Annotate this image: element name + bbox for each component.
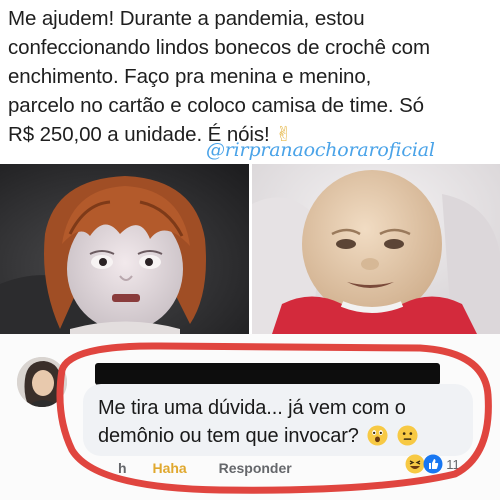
- like-reaction-icon: [423, 454, 443, 474]
- redhead-doll-image: [0, 164, 249, 334]
- bald-doll-image: [252, 164, 500, 334]
- astonished-face-icon: [367, 425, 388, 446]
- comment-text: Me tira uma dúvida... já vem com o demôn…: [98, 394, 478, 450]
- post-line: enchimento. Faço pra menina e menino,: [8, 65, 372, 88]
- comment-line: Me tira uma dúvida... já vem com o: [98, 397, 406, 419]
- avatar[interactable]: [17, 357, 67, 407]
- watermark: @rirpranaochoraroficial: [206, 139, 435, 161]
- redacted-commenter-name: [95, 363, 440, 385]
- haha-reaction-action[interactable]: Haha: [152, 460, 186, 476]
- comment-actions: h Haha Responder: [118, 460, 292, 476]
- comment-line: demônio ou tem que invocar?: [98, 425, 359, 447]
- reaction-summary[interactable]: 11: [405, 454, 460, 476]
- doll-photo-right: [252, 164, 500, 334]
- meme-image: Me ajudem! Durante a pandemia, estou con…: [0, 0, 500, 500]
- comment-line-last: demônio ou tem que invocar?: [98, 422, 478, 450]
- post-line: confeccionando lindos bonecos de crochê …: [8, 36, 430, 59]
- like-action[interactable]: h: [118, 460, 127, 476]
- reaction-count: 11: [446, 457, 460, 472]
- post-line: Me ajudem! Durante a pandemia, estou: [8, 7, 365, 30]
- neutral-face-icon: [397, 425, 418, 446]
- post-text: Me ajudem! Durante a pandemia, estou con…: [8, 4, 496, 149]
- doll-photo-left: [0, 164, 249, 334]
- user-photo-icon: [17, 357, 67, 407]
- post-line: parcelo no cartão e coloco camisa de tim…: [8, 94, 424, 117]
- reply-action[interactable]: Responder: [219, 460, 292, 476]
